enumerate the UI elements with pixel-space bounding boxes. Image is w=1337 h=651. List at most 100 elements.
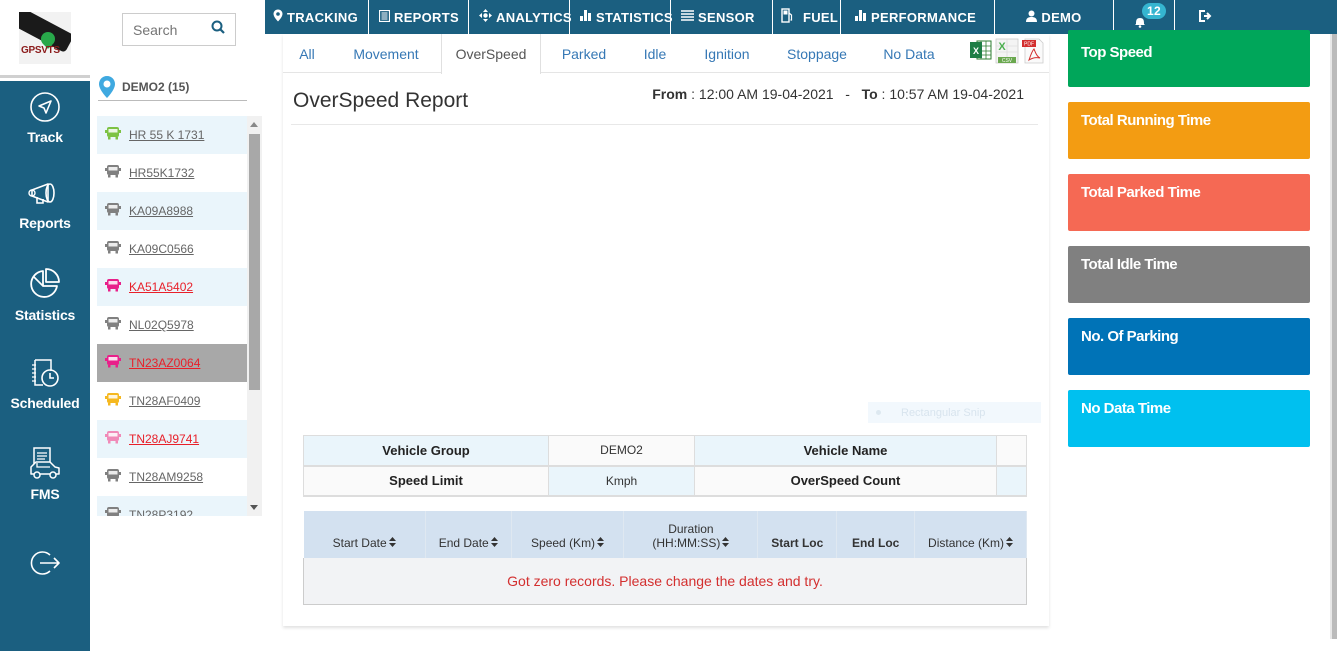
sidebar-item-reports[interactable]: Reports	[0, 179, 90, 231]
vehicle-link[interactable]: HR 55 K 1731	[129, 128, 204, 142]
vehicle-link[interactable]: KA09C0566	[129, 242, 194, 256]
vehicle-list: HR 55 K 1731 HR55K1732 KA09A8988 KA09C0566 K…	[97, 116, 247, 516]
nav-statistics[interactable]: STATISTICS	[570, 0, 673, 34]
sidebar-item-statistics[interactable]: Statistics	[0, 267, 90, 323]
scrollbar-thumb[interactable]	[249, 134, 260, 390]
vehicle-list-item[interactable]: HR 55 K 1731	[97, 116, 247, 154]
column-header[interactable]: Duration (HH:MM:SS)	[623, 511, 759, 558]
bus-icon	[105, 316, 121, 335]
vehicle-group-label: Vehicle Group	[303, 435, 549, 467]
user-icon	[1026, 10, 1038, 25]
vehicle-link[interactable]: KA51A5402	[129, 280, 193, 294]
stat-card: No. Of Parking	[1068, 318, 1310, 375]
report-tabs: All Movement OverSpeed Parked Idle Ignit…	[283, 34, 1049, 74]
vehicle-link[interactable]: TN23AZ0064	[129, 356, 200, 370]
excel-icon: X	[970, 40, 992, 60]
vehicle-list-item[interactable]: TN28AJ9741	[97, 420, 247, 458]
bar-chart-icon	[855, 10, 867, 24]
tab-overspeed[interactable]: OverSpeed	[441, 34, 541, 74]
vehicle-list-item[interactable]: TN28AF0409	[97, 382, 247, 420]
scroll-up-arrow-icon[interactable]	[250, 122, 258, 127]
nav-user-menu[interactable]: DEMO	[995, 0, 1114, 34]
sort-icon[interactable]	[597, 537, 605, 549]
vehicle-list-item[interactable]: TN28P3192	[97, 496, 247, 516]
logo-area: GPSVTS	[0, 0, 90, 78]
page-scrollbar[interactable]	[1330, 34, 1337, 639]
search-icon[interactable]	[211, 20, 225, 39]
pdf-icon: PDF	[1022, 38, 1044, 64]
vehicle-link[interactable]: HR55K1732	[129, 166, 194, 180]
vehicle-list-item[interactable]: KA51A5402	[97, 268, 247, 306]
stat-card: No Data Time	[1068, 390, 1310, 447]
svg-text:PDF: PDF	[1024, 42, 1034, 48]
gpsvts-logo[interactable]: GPSVTS	[19, 11, 71, 64]
vehicle-link[interactable]: TN28AM9258	[129, 470, 203, 484]
group-name: DEMO2 (15)	[122, 80, 190, 94]
nav-fuel[interactable]: FUEL	[773, 0, 841, 34]
nav-reports[interactable]: REPORTS	[369, 0, 469, 34]
vehicle-link[interactable]: NL02Q5978	[129, 318, 194, 332]
tab-no-data[interactable]: No Data	[863, 34, 955, 73]
vehicle-list-item[interactable]: HR55K1732	[97, 154, 247, 192]
scheduled-clock-icon	[32, 359, 59, 387]
vehicle-search[interactable]	[122, 13, 236, 46]
fleet-car-icon	[30, 447, 60, 479]
overspeed-count-label: OverSpeed Count	[694, 465, 997, 497]
vehicle-list-item[interactable]: NL02Q5978	[97, 306, 247, 344]
date-range: From : 12:00 AM 19-04-2021 - To : 10:57 …	[652, 86, 1024, 102]
vehicle-list-item[interactable]: KA09C0566	[97, 230, 247, 268]
export-csv-button[interactable]: X CSV	[995, 38, 1019, 64]
crosshair-icon	[479, 9, 492, 25]
vehicle-panel: DEMO2 (15) HR 55 K 1731 HR55K1732 KA09A898…	[90, 0, 265, 651]
vehicle-link[interactable]: TN28P3192	[129, 508, 193, 516]
nav-sensor[interactable]: SENSOR	[671, 0, 773, 34]
column-header[interactable]: Speed (Km)	[511, 511, 625, 558]
nav-tracking[interactable]: TRACKING	[265, 0, 369, 34]
vehicle-search-input[interactable]	[133, 21, 203, 38]
svg-text:X: X	[998, 41, 1006, 53]
tab-parked[interactable]: Parked	[541, 34, 627, 73]
vehicle-link[interactable]: KA09A8988	[129, 204, 193, 218]
report-summary-table: Vehicle Group DEMO2 Vehicle Name Speed L…	[303, 435, 1027, 497]
bus-icon	[105, 354, 121, 373]
sort-icon[interactable]	[490, 537, 498, 549]
vehicle-group-header[interactable]: DEMO2 (15)	[98, 74, 247, 101]
sort-icon[interactable]	[1006, 537, 1014, 549]
vehicle-link[interactable]: TN28AJ9741	[129, 432, 199, 446]
to-date: 10:57 AM 19-04-2021	[889, 86, 1024, 102]
overspeed-count-value	[996, 465, 1027, 497]
sort-icon[interactable]	[722, 537, 730, 549]
nav-analytics[interactable]: ANALYTICS	[469, 0, 572, 34]
nav-performance[interactable]: PERFORMANCE	[841, 0, 995, 34]
vehicle-list-item[interactable]: TN23AZ0064	[97, 344, 247, 382]
notifications-button[interactable]: 12	[1114, 0, 1175, 34]
vehicle-list-scrollbar[interactable]	[247, 116, 262, 516]
export-excel-button[interactable]: X	[969, 38, 993, 64]
tab-ignition[interactable]: Ignition	[683, 34, 771, 73]
export-pdf-button[interactable]: PDF	[1021, 38, 1045, 64]
vehicle-list-item[interactable]: TN28AM9258	[97, 458, 247, 496]
column-header[interactable]: Start Date	[303, 511, 426, 558]
report-card: All Movement OverSpeed Parked Idle Ignit…	[283, 34, 1049, 626]
sidebar-item-logout[interactable]	[0, 548, 90, 578]
tab-all[interactable]: All	[283, 34, 331, 73]
list-icon	[681, 10, 694, 24]
sidebar-item-scheduled[interactable]: Scheduled	[0, 357, 90, 411]
sort-icon[interactable]	[388, 537, 396, 549]
tab-movement[interactable]: Movement	[331, 34, 441, 73]
vehicle-list-item[interactable]: KA09A8988	[97, 192, 247, 230]
logout-button[interactable]	[1175, 0, 1235, 34]
sidebar-item-track[interactable]: Track	[0, 91, 90, 145]
bus-icon	[105, 506, 121, 516]
scroll-down-arrow-icon[interactable]	[250, 505, 258, 510]
sidebar-item-fms[interactable]: FMS	[0, 446, 90, 502]
page-title: OverSpeed Report	[293, 89, 469, 112]
overspeed-data-table: Start Date End Date Speed (Km) Duration (HH…	[303, 511, 1027, 605]
vehicle-link[interactable]: TN28AF0409	[129, 394, 200, 408]
stat-card: Total Running Time	[1068, 102, 1310, 159]
column-header[interactable]: Distance (Km)	[914, 511, 1027, 558]
tab-stoppage[interactable]: Stoppage	[771, 34, 863, 73]
column-header[interactable]: End Date	[425, 511, 512, 558]
rectangular-snip-tooltip: Rectangular Snip	[868, 402, 1041, 423]
tab-idle[interactable]: Idle	[627, 34, 683, 73]
